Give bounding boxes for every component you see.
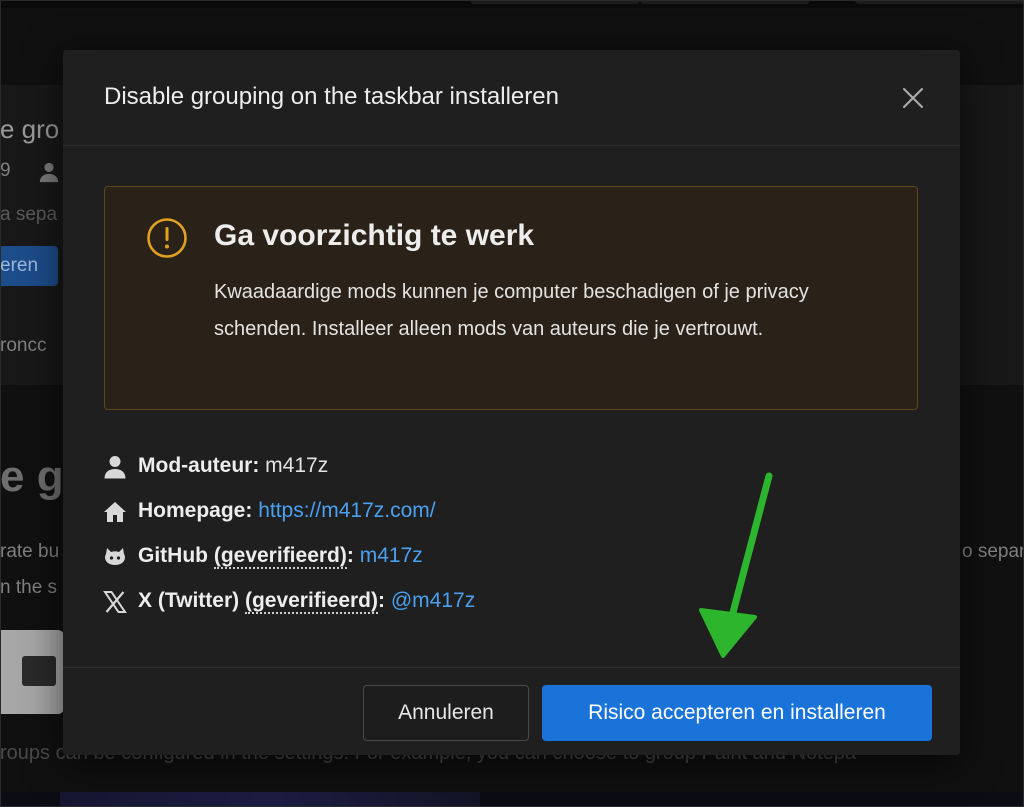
- background-text-fragment: o separ: [962, 541, 1024, 562]
- background-tab: [855, 0, 1024, 4]
- background-topbar: [0, 0, 1024, 8]
- background-text-fragment: n the s: [0, 577, 58, 598]
- dialog-header: Disable grouping on the taskbar installe…: [63, 50, 960, 146]
- warning-text: Kwaadaardige mods kunnen je computer bes…: [214, 281, 809, 340]
- exclamation-circle-icon: [147, 218, 187, 258]
- author-value: m417z: [265, 454, 329, 477]
- twitter-label: X (Twitter) (geverifieerd): @m417z: [138, 589, 476, 614]
- background-text-fragment: rate bu: [0, 541, 60, 562]
- github-link[interactable]: m417z: [360, 544, 423, 567]
- background-user-icon: [39, 162, 59, 183]
- background-tab: [470, 0, 640, 4]
- warning-alert: Ga voorzichtig te werk Kwaadaardige mods…: [104, 186, 918, 410]
- homepage-label: Homepage: https://m417z.com/: [138, 499, 436, 522]
- background-image-strip: [0, 792, 1024, 807]
- background-install-button: eren: [0, 246, 58, 286]
- close-icon: [902, 87, 924, 109]
- home-icon: [104, 502, 126, 522]
- cancel-button[interactable]: Annuleren: [363, 685, 529, 741]
- author-label: Mod-auteur: m417z: [138, 454, 329, 477]
- github-label: GitHub (geverifieerd): m417z: [138, 544, 423, 569]
- background-tab: [640, 0, 810, 4]
- dialog-title: Disable grouping on the taskbar installe…: [104, 83, 559, 110]
- twitter-link[interactable]: @m417z: [391, 589, 475, 612]
- github-icon: [105, 548, 125, 565]
- x-twitter-icon: [103, 591, 127, 613]
- dialog-footer: Annuleren Risico accepteren en installer…: [63, 667, 960, 755]
- homepage-link[interactable]: https://m417z.com/: [258, 499, 435, 522]
- install-mod-dialog: Disable grouping on the taskbar installe…: [63, 50, 960, 755]
- accept-install-button[interactable]: Risico accepteren en installeren: [542, 685, 932, 741]
- background-title-fragment: e gro: [0, 114, 60, 144]
- warning-title: Ga voorzichtig te werk: [214, 219, 535, 252]
- close-button[interactable]: [895, 80, 931, 116]
- background-version-fragment: 9: [0, 160, 11, 181]
- green-arrow-icon: [699, 472, 773, 658]
- user-icon: [104, 456, 126, 479]
- background-thumbnail: [0, 630, 64, 714]
- background-text-fragment: roncc: [0, 335, 47, 356]
- background-subtitle-fragment: a sepa: [0, 204, 58, 225]
